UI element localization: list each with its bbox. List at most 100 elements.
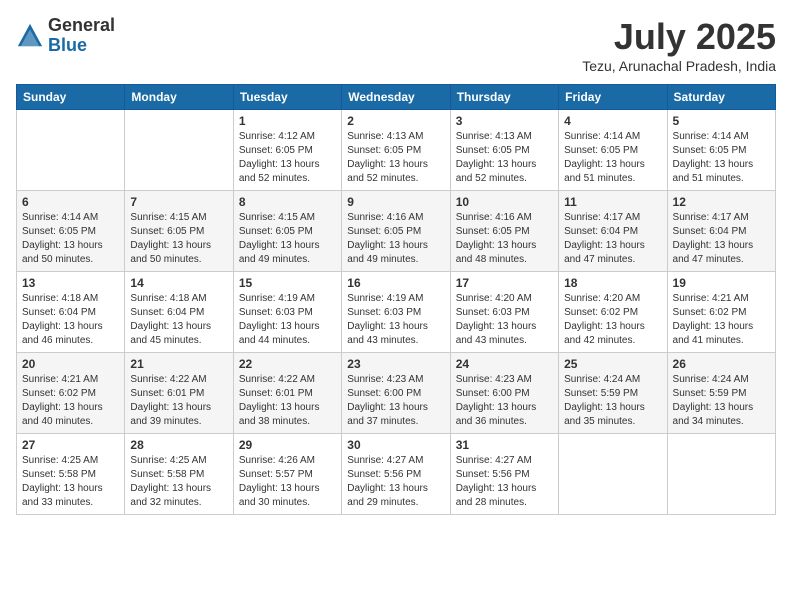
logo-general-text: General [48, 16, 115, 36]
calendar-cell: 27 Sunrise: 4:25 AMSunset: 5:58 PMDaylig… [17, 434, 125, 515]
day-number: 21 [130, 357, 227, 371]
cell-info: Sunrise: 4:15 AMSunset: 6:05 PMDaylight:… [130, 211, 227, 267]
day-number: 18 [564, 276, 661, 290]
day-number: 14 [130, 276, 227, 290]
cell-info: Sunrise: 4:15 AMSunset: 6:05 PMDaylight:… [239, 211, 336, 267]
cell-info: Sunrise: 4:13 AMSunset: 6:05 PMDaylight:… [456, 130, 553, 186]
cell-info: Sunrise: 4:16 AMSunset: 6:05 PMDaylight:… [456, 211, 553, 267]
title-block: July 2025 Tezu, Arunachal Pradesh, India [582, 16, 776, 74]
calendar-cell: 13 Sunrise: 4:18 AMSunset: 6:04 PMDaylig… [17, 272, 125, 353]
calendar-cell: 8 Sunrise: 4:15 AMSunset: 6:05 PMDayligh… [233, 191, 341, 272]
calendar-cell: 7 Sunrise: 4:15 AMSunset: 6:05 PMDayligh… [125, 191, 233, 272]
calendar-cell: 17 Sunrise: 4:20 AMSunset: 6:03 PMDaylig… [450, 272, 558, 353]
cell-info: Sunrise: 4:22 AMSunset: 6:01 PMDaylight:… [130, 373, 227, 429]
weekday-header: Thursday [450, 85, 558, 110]
cell-info: Sunrise: 4:18 AMSunset: 6:04 PMDaylight:… [130, 292, 227, 348]
cell-info: Sunrise: 4:21 AMSunset: 6:02 PMDaylight:… [22, 373, 119, 429]
cell-info: Sunrise: 4:18 AMSunset: 6:04 PMDaylight:… [22, 292, 119, 348]
weekday-header: Saturday [667, 85, 775, 110]
calendar-cell: 31 Sunrise: 4:27 AMSunset: 5:56 PMDaylig… [450, 434, 558, 515]
cell-info: Sunrise: 4:25 AMSunset: 5:58 PMDaylight:… [130, 454, 227, 510]
calendar-cell: 30 Sunrise: 4:27 AMSunset: 5:56 PMDaylig… [342, 434, 450, 515]
weekday-header: Wednesday [342, 85, 450, 110]
cell-info: Sunrise: 4:24 AMSunset: 5:59 PMDaylight:… [564, 373, 661, 429]
day-number: 19 [673, 276, 770, 290]
day-number: 29 [239, 438, 336, 452]
calendar-header-row: SundayMondayTuesdayWednesdayThursdayFrid… [17, 85, 776, 110]
calendar-cell: 2 Sunrise: 4:13 AMSunset: 6:05 PMDayligh… [342, 110, 450, 191]
day-number: 1 [239, 114, 336, 128]
day-number: 17 [456, 276, 553, 290]
calendar-cell: 23 Sunrise: 4:23 AMSunset: 6:00 PMDaylig… [342, 353, 450, 434]
calendar-cell: 4 Sunrise: 4:14 AMSunset: 6:05 PMDayligh… [559, 110, 667, 191]
cell-info: Sunrise: 4:27 AMSunset: 5:56 PMDaylight:… [347, 454, 444, 510]
day-number: 10 [456, 195, 553, 209]
calendar-week-row: 20 Sunrise: 4:21 AMSunset: 6:02 PMDaylig… [17, 353, 776, 434]
calendar-cell: 15 Sunrise: 4:19 AMSunset: 6:03 PMDaylig… [233, 272, 341, 353]
calendar-cell [17, 110, 125, 191]
calendar-cell: 12 Sunrise: 4:17 AMSunset: 6:04 PMDaylig… [667, 191, 775, 272]
calendar-cell [667, 434, 775, 515]
cell-info: Sunrise: 4:27 AMSunset: 5:56 PMDaylight:… [456, 454, 553, 510]
calendar-cell: 29 Sunrise: 4:26 AMSunset: 5:57 PMDaylig… [233, 434, 341, 515]
day-number: 6 [22, 195, 119, 209]
cell-info: Sunrise: 4:19 AMSunset: 6:03 PMDaylight:… [239, 292, 336, 348]
calendar-cell [125, 110, 233, 191]
day-number: 5 [673, 114, 770, 128]
cell-info: Sunrise: 4:14 AMSunset: 6:05 PMDaylight:… [673, 130, 770, 186]
calendar-cell: 22 Sunrise: 4:22 AMSunset: 6:01 PMDaylig… [233, 353, 341, 434]
day-number: 8 [239, 195, 336, 209]
month-title: July 2025 [582, 16, 776, 58]
day-number: 30 [347, 438, 444, 452]
calendar-cell: 19 Sunrise: 4:21 AMSunset: 6:02 PMDaylig… [667, 272, 775, 353]
day-number: 4 [564, 114, 661, 128]
cell-info: Sunrise: 4:17 AMSunset: 6:04 PMDaylight:… [673, 211, 770, 267]
calendar-cell: 5 Sunrise: 4:14 AMSunset: 6:05 PMDayligh… [667, 110, 775, 191]
day-number: 11 [564, 195, 661, 209]
calendar-cell: 3 Sunrise: 4:13 AMSunset: 6:05 PMDayligh… [450, 110, 558, 191]
page-header: General Blue July 2025 Tezu, Arunachal P… [16, 16, 776, 74]
cell-info: Sunrise: 4:19 AMSunset: 6:03 PMDaylight:… [347, 292, 444, 348]
day-number: 26 [673, 357, 770, 371]
calendar-week-row: 13 Sunrise: 4:18 AMSunset: 6:04 PMDaylig… [17, 272, 776, 353]
calendar-week-row: 27 Sunrise: 4:25 AMSunset: 5:58 PMDaylig… [17, 434, 776, 515]
location-title: Tezu, Arunachal Pradesh, India [582, 58, 776, 74]
calendar-cell: 14 Sunrise: 4:18 AMSunset: 6:04 PMDaylig… [125, 272, 233, 353]
cell-info: Sunrise: 4:14 AMSunset: 6:05 PMDaylight:… [564, 130, 661, 186]
day-number: 16 [347, 276, 444, 290]
calendar-cell: 25 Sunrise: 4:24 AMSunset: 5:59 PMDaylig… [559, 353, 667, 434]
cell-info: Sunrise: 4:21 AMSunset: 6:02 PMDaylight:… [673, 292, 770, 348]
logo-blue-text: Blue [48, 36, 115, 56]
day-number: 12 [673, 195, 770, 209]
cell-info: Sunrise: 4:14 AMSunset: 6:05 PMDaylight:… [22, 211, 119, 267]
calendar-cell: 26 Sunrise: 4:24 AMSunset: 5:59 PMDaylig… [667, 353, 775, 434]
calendar-cell: 24 Sunrise: 4:23 AMSunset: 6:00 PMDaylig… [450, 353, 558, 434]
day-number: 24 [456, 357, 553, 371]
cell-info: Sunrise: 4:25 AMSunset: 5:58 PMDaylight:… [22, 454, 119, 510]
day-number: 28 [130, 438, 227, 452]
weekday-header: Sunday [17, 85, 125, 110]
cell-info: Sunrise: 4:13 AMSunset: 6:05 PMDaylight:… [347, 130, 444, 186]
day-number: 9 [347, 195, 444, 209]
logo: General Blue [16, 16, 115, 56]
day-number: 31 [456, 438, 553, 452]
calendar-cell: 9 Sunrise: 4:16 AMSunset: 6:05 PMDayligh… [342, 191, 450, 272]
calendar-cell: 1 Sunrise: 4:12 AMSunset: 6:05 PMDayligh… [233, 110, 341, 191]
day-number: 23 [347, 357, 444, 371]
day-number: 2 [347, 114, 444, 128]
cell-info: Sunrise: 4:22 AMSunset: 6:01 PMDaylight:… [239, 373, 336, 429]
cell-info: Sunrise: 4:24 AMSunset: 5:59 PMDaylight:… [673, 373, 770, 429]
calendar-table: SundayMondayTuesdayWednesdayThursdayFrid… [16, 84, 776, 515]
calendar-cell: 28 Sunrise: 4:25 AMSunset: 5:58 PMDaylig… [125, 434, 233, 515]
calendar-week-row: 6 Sunrise: 4:14 AMSunset: 6:05 PMDayligh… [17, 191, 776, 272]
calendar-cell: 18 Sunrise: 4:20 AMSunset: 6:02 PMDaylig… [559, 272, 667, 353]
calendar-cell: 20 Sunrise: 4:21 AMSunset: 6:02 PMDaylig… [17, 353, 125, 434]
cell-info: Sunrise: 4:16 AMSunset: 6:05 PMDaylight:… [347, 211, 444, 267]
cell-info: Sunrise: 4:20 AMSunset: 6:03 PMDaylight:… [456, 292, 553, 348]
calendar-cell: 10 Sunrise: 4:16 AMSunset: 6:05 PMDaylig… [450, 191, 558, 272]
day-number: 13 [22, 276, 119, 290]
day-number: 20 [22, 357, 119, 371]
cell-info: Sunrise: 4:20 AMSunset: 6:02 PMDaylight:… [564, 292, 661, 348]
calendar-cell [559, 434, 667, 515]
day-number: 3 [456, 114, 553, 128]
